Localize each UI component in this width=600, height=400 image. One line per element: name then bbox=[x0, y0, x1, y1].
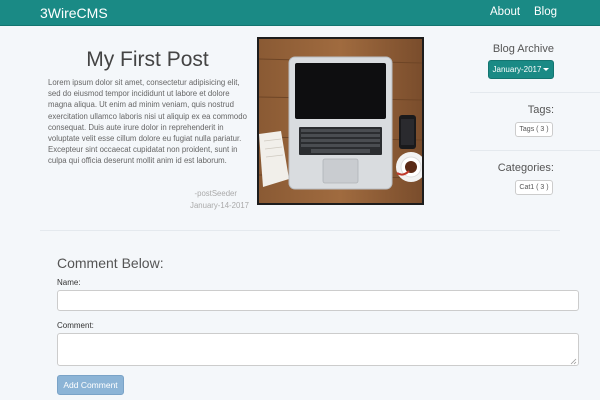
comment-label: Comment: bbox=[57, 321, 94, 330]
tags-heading: Tags: bbox=[527, 104, 554, 116]
post-image bbox=[257, 37, 424, 205]
tag-pill[interactable]: Tags ( 3 ) bbox=[515, 122, 553, 137]
post-date: January-14-2017 bbox=[190, 201, 249, 210]
comment-textarea[interactable] bbox=[57, 333, 579, 366]
caret-down-icon bbox=[543, 68, 550, 72]
nav-link-blog[interactable]: Blog bbox=[534, 6, 557, 18]
comment-heading: Comment Below: bbox=[57, 255, 164, 271]
nav-link-about[interactable]: About bbox=[490, 6, 520, 18]
navbar: 3WireCMS About Blog bbox=[0, 0, 600, 26]
categories-heading: Categories: bbox=[497, 162, 554, 174]
blog-archive-heading: Blog Archive bbox=[492, 43, 554, 55]
category-pill[interactable]: Cat1 ( 3 ) bbox=[515, 180, 553, 195]
post-author: -postSeeder bbox=[194, 189, 237, 198]
brand-link[interactable]: 3WireCMS bbox=[40, 5, 108, 21]
add-comment-button[interactable]: Add Comment bbox=[57, 375, 124, 395]
sidebar-divider bbox=[470, 92, 600, 93]
post-body: Lorem ipsum dolor sit amet, consectetur … bbox=[48, 78, 247, 166]
section-divider bbox=[40, 230, 560, 231]
resize-grip-icon[interactable] bbox=[569, 357, 577, 365]
name-label: Name: bbox=[57, 278, 81, 287]
post-title: My First Post bbox=[86, 48, 209, 71]
name-input[interactable] bbox=[57, 290, 579, 311]
sidebar-divider bbox=[470, 150, 600, 151]
laptop-photo bbox=[259, 39, 422, 203]
archive-dropdown-label: January-2017 bbox=[492, 65, 542, 74]
archive-dropdown-button[interactable]: January-2017 bbox=[488, 60, 554, 79]
